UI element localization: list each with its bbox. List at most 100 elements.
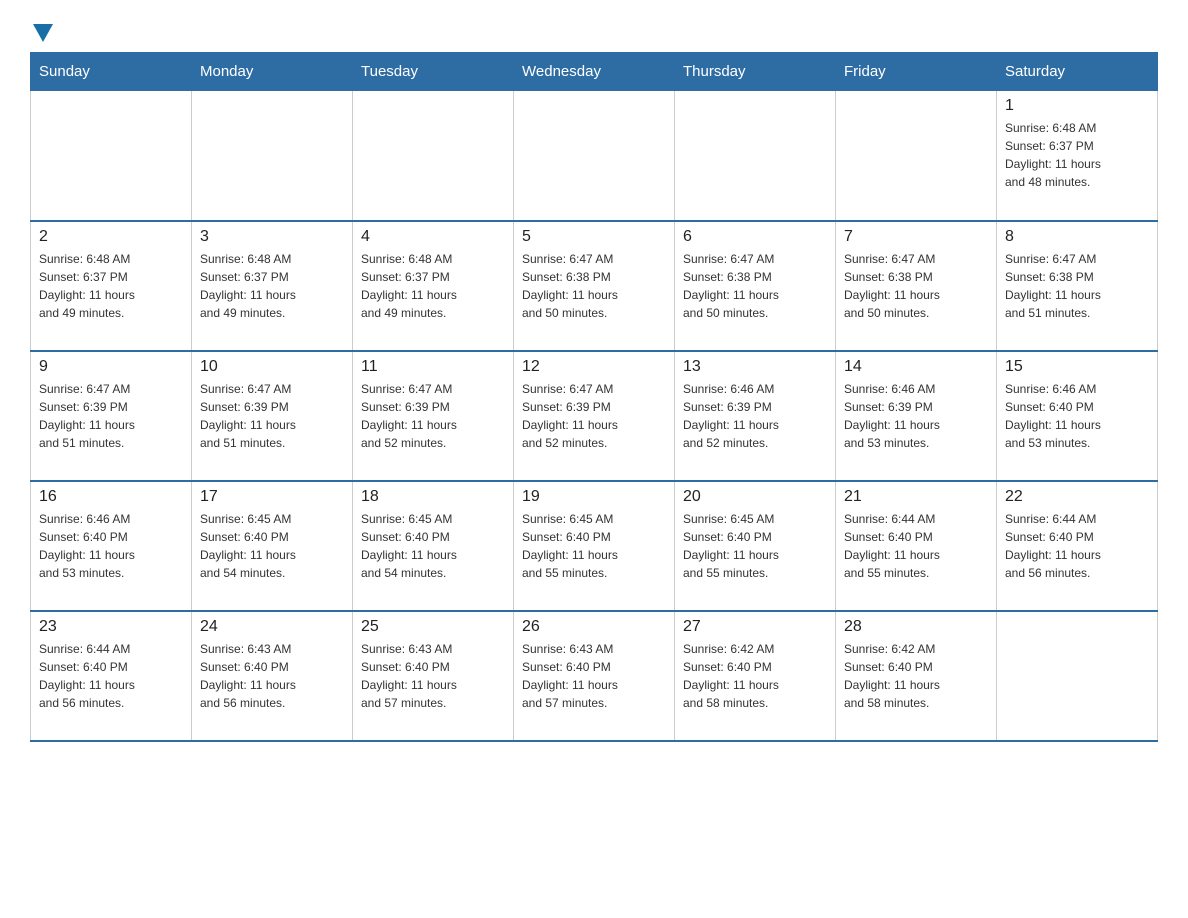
day-number: 17 xyxy=(200,488,344,506)
day-number: 7 xyxy=(844,228,988,246)
day-number: 19 xyxy=(522,488,666,506)
day-info: Sunrise: 6:46 AM Sunset: 6:39 PM Dayligh… xyxy=(683,380,827,452)
day-number: 1 xyxy=(1005,97,1149,115)
day-info: Sunrise: 6:45 AM Sunset: 6:40 PM Dayligh… xyxy=(683,510,827,582)
calendar-cell: 10 Sunrise: 6:47 AM Sunset: 6:39 PM Dayli… xyxy=(192,351,353,481)
day-number: 2 xyxy=(39,228,183,246)
day-number: 28 xyxy=(844,618,988,636)
day-info: Sunrise: 6:43 AM Sunset: 6:40 PM Dayligh… xyxy=(200,640,344,712)
logo-triangle-icon xyxy=(33,24,53,42)
calendar-cell: 14 Sunrise: 6:46 AM Sunset: 6:39 PM Dayli… xyxy=(836,351,997,481)
day-number: 23 xyxy=(39,618,183,636)
calendar-cell: 1 Sunrise: 6:48 AM Sunset: 6:37 PM Daylig… xyxy=(997,91,1158,221)
day-info: Sunrise: 6:45 AM Sunset: 6:40 PM Dayligh… xyxy=(361,510,505,582)
day-info: Sunrise: 6:48 AM Sunset: 6:37 PM Dayligh… xyxy=(361,250,505,322)
calendar-cell: 17 Sunrise: 6:45 AM Sunset: 6:40 PM Dayli… xyxy=(192,481,353,611)
weekday-header: Thursday xyxy=(675,53,836,91)
day-info: Sunrise: 6:48 AM Sunset: 6:37 PM Dayligh… xyxy=(1005,119,1149,191)
day-number: 5 xyxy=(522,228,666,246)
day-info: Sunrise: 6:43 AM Sunset: 6:40 PM Dayligh… xyxy=(522,640,666,712)
day-info: Sunrise: 6:46 AM Sunset: 6:39 PM Dayligh… xyxy=(844,380,988,452)
day-number: 4 xyxy=(361,228,505,246)
day-info: Sunrise: 6:47 AM Sunset: 6:39 PM Dayligh… xyxy=(200,380,344,452)
day-info: Sunrise: 6:48 AM Sunset: 6:37 PM Dayligh… xyxy=(200,250,344,322)
day-number: 21 xyxy=(844,488,988,506)
day-info: Sunrise: 6:45 AM Sunset: 6:40 PM Dayligh… xyxy=(522,510,666,582)
calendar-cell: 9 Sunrise: 6:47 AM Sunset: 6:39 PM Daylig… xyxy=(31,351,192,481)
day-info: Sunrise: 6:47 AM Sunset: 6:39 PM Dayligh… xyxy=(361,380,505,452)
calendar-cell: 21 Sunrise: 6:44 AM Sunset: 6:40 PM Dayli… xyxy=(836,481,997,611)
calendar-cell: 18 Sunrise: 6:45 AM Sunset: 6:40 PM Dayli… xyxy=(353,481,514,611)
day-info: Sunrise: 6:48 AM Sunset: 6:37 PM Dayligh… xyxy=(39,250,183,322)
calendar-week-row: 16 Sunrise: 6:46 AM Sunset: 6:40 PM Dayli… xyxy=(31,481,1158,611)
calendar-cell: 12 Sunrise: 6:47 AM Sunset: 6:39 PM Dayli… xyxy=(514,351,675,481)
day-number: 26 xyxy=(522,618,666,636)
calendar-cell: 20 Sunrise: 6:45 AM Sunset: 6:40 PM Dayli… xyxy=(675,481,836,611)
calendar-cell: 19 Sunrise: 6:45 AM Sunset: 6:40 PM Dayli… xyxy=(514,481,675,611)
day-number: 27 xyxy=(683,618,827,636)
logo xyxy=(30,20,53,42)
calendar-week-row: 1 Sunrise: 6:48 AM Sunset: 6:37 PM Daylig… xyxy=(31,91,1158,221)
weekday-header: Sunday xyxy=(31,53,192,91)
weekday-header: Saturday xyxy=(997,53,1158,91)
calendar-cell xyxy=(514,91,675,221)
calendar-cell: 26 Sunrise: 6:43 AM Sunset: 6:40 PM Dayli… xyxy=(514,611,675,741)
day-number: 12 xyxy=(522,358,666,376)
day-number: 13 xyxy=(683,358,827,376)
calendar-week-row: 2 Sunrise: 6:48 AM Sunset: 6:37 PM Daylig… xyxy=(31,221,1158,351)
day-info: Sunrise: 6:45 AM Sunset: 6:40 PM Dayligh… xyxy=(200,510,344,582)
day-number: 20 xyxy=(683,488,827,506)
weekday-header: Friday xyxy=(836,53,997,91)
calendar-cell xyxy=(192,91,353,221)
calendar-cell: 27 Sunrise: 6:42 AM Sunset: 6:40 PM Dayli… xyxy=(675,611,836,741)
calendar-week-row: 23Sunrise: 6:44 AM Sunset: 6:40 PM Dayli… xyxy=(31,611,1158,741)
calendar-cell xyxy=(997,611,1158,741)
day-info: Sunrise: 6:47 AM Sunset: 6:38 PM Dayligh… xyxy=(1005,250,1149,322)
day-number: 16 xyxy=(39,488,183,506)
calendar-cell: 5 Sunrise: 6:47 AM Sunset: 6:38 PM Daylig… xyxy=(514,221,675,351)
day-info: Sunrise: 6:44 AM Sunset: 6:40 PM Dayligh… xyxy=(1005,510,1149,582)
day-info: Sunrise: 6:47 AM Sunset: 6:38 PM Dayligh… xyxy=(683,250,827,322)
day-number: 25 xyxy=(361,618,505,636)
day-info: Sunrise: 6:42 AM Sunset: 6:40 PM Dayligh… xyxy=(683,640,827,712)
day-number: 9 xyxy=(39,358,183,376)
day-number: 22 xyxy=(1005,488,1149,506)
weekday-header: Wednesday xyxy=(514,53,675,91)
calendar-cell: 15Sunrise: 6:46 AM Sunset: 6:40 PM Dayli… xyxy=(997,351,1158,481)
weekday-header: Tuesday xyxy=(353,53,514,91)
calendar-cell: 7 Sunrise: 6:47 AM Sunset: 6:38 PM Daylig… xyxy=(836,221,997,351)
day-info: Sunrise: 6:47 AM Sunset: 6:39 PM Dayligh… xyxy=(39,380,183,452)
weekday-header: Monday xyxy=(192,53,353,91)
calendar-cell: 13 Sunrise: 6:46 AM Sunset: 6:39 PM Dayli… xyxy=(675,351,836,481)
day-info: Sunrise: 6:47 AM Sunset: 6:38 PM Dayligh… xyxy=(522,250,666,322)
day-info: Sunrise: 6:47 AM Sunset: 6:38 PM Dayligh… xyxy=(844,250,988,322)
calendar-table: SundayMondayTuesdayWednesdayThursdayFrid… xyxy=(30,52,1158,742)
day-number: 11 xyxy=(361,358,505,376)
day-info: Sunrise: 6:46 AM Sunset: 6:40 PM Dayligh… xyxy=(39,510,183,582)
calendar-cell: 2 Sunrise: 6:48 AM Sunset: 6:37 PM Daylig… xyxy=(31,221,192,351)
day-number: 6 xyxy=(683,228,827,246)
day-number: 3 xyxy=(200,228,344,246)
page-header xyxy=(30,20,1158,42)
day-info: Sunrise: 6:42 AM Sunset: 6:40 PM Dayligh… xyxy=(844,640,988,712)
calendar-cell: 6 Sunrise: 6:47 AM Sunset: 6:38 PM Daylig… xyxy=(675,221,836,351)
calendar-cell: 3 Sunrise: 6:48 AM Sunset: 6:37 PM Daylig… xyxy=(192,221,353,351)
day-number: 14 xyxy=(844,358,988,376)
day-number: 8 xyxy=(1005,228,1149,246)
calendar-cell: 28 Sunrise: 6:42 AM Sunset: 6:40 PM Dayli… xyxy=(836,611,997,741)
calendar-cell xyxy=(31,91,192,221)
calendar-cell xyxy=(353,91,514,221)
day-info: Sunrise: 6:43 AM Sunset: 6:40 PM Dayligh… xyxy=(361,640,505,712)
calendar-cell: 24 Sunrise: 6:43 AM Sunset: 6:40 PM Dayli… xyxy=(192,611,353,741)
day-number: 24 xyxy=(200,618,344,636)
day-info: Sunrise: 6:46 AM Sunset: 6:40 PM Dayligh… xyxy=(1005,380,1149,452)
day-info: Sunrise: 6:47 AM Sunset: 6:39 PM Dayligh… xyxy=(522,380,666,452)
day-number: 18 xyxy=(361,488,505,506)
day-info: Sunrise: 6:44 AM Sunset: 6:40 PM Dayligh… xyxy=(844,510,988,582)
calendar-cell xyxy=(836,91,997,221)
calendar-week-row: 9 Sunrise: 6:47 AM Sunset: 6:39 PM Daylig… xyxy=(31,351,1158,481)
calendar-cell xyxy=(675,91,836,221)
day-number: 10 xyxy=(200,358,344,376)
calendar-cell: 4 Sunrise: 6:48 AM Sunset: 6:37 PM Daylig… xyxy=(353,221,514,351)
calendar-cell: 22 Sunrise: 6:44 AM Sunset: 6:40 PM Dayli… xyxy=(997,481,1158,611)
